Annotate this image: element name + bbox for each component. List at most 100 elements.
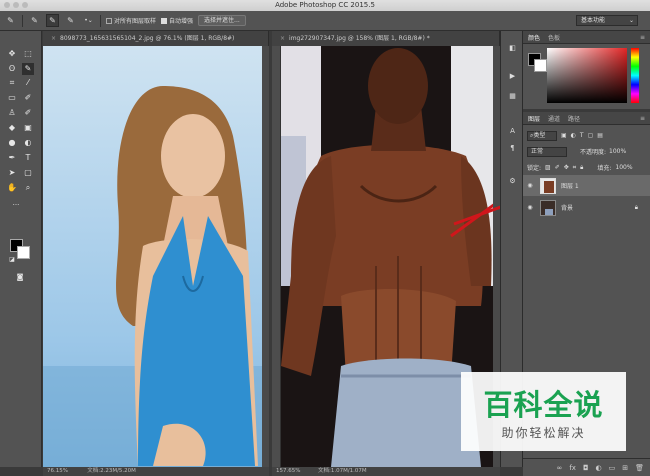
more-tools-icon[interactable]: ··· — [10, 199, 22, 211]
filter-adjustment-icon[interactable]: ◐ — [571, 132, 576, 139]
filter-smart-object-icon[interactable]: ▤ — [597, 132, 603, 139]
lock-artboard-icon[interactable]: ⌗ — [573, 164, 576, 172]
fill-input[interactable]: 100% — [615, 164, 632, 171]
character-panel-icon[interactable]: A — [507, 126, 518, 137]
layer-thumbnail — [540, 177, 556, 194]
checkbox-icon — [106, 17, 112, 24]
checkbox-checked-icon — [161, 17, 168, 24]
eye-icon[interactable]: ◉ — [523, 182, 537, 189]
eraser-tool-icon[interactable]: ◆ — [6, 122, 18, 134]
minimize-window-button[interactable] — [13, 2, 19, 8]
app-title: Adobe Photoshop CC 2015.5 — [275, 1, 375, 9]
close-window-button[interactable] — [4, 2, 10, 8]
vertical-scrollbar-1[interactable] — [262, 46, 269, 467]
tab-color[interactable]: 颜色 — [528, 33, 540, 42]
lock-all-icon[interactable]: 🔒︎ — [580, 164, 583, 172]
pen-tool-icon[interactable]: ✒ — [6, 152, 18, 164]
options-bar: ✎ ✎ ✎ ✎ •⌄ 对所有图层取样 自动增强 选择并遮住... 基本功能 ⌄ — [0, 11, 650, 31]
rectangle-tool-icon[interactable]: ▢ — [22, 167, 34, 179]
layer-row-background[interactable]: ◉ 背景 🔒︎ — [523, 197, 650, 218]
link-layers-icon[interactable]: ∞ — [557, 464, 563, 472]
status-bar-1: 76.15% 文档:2.23M/5.20M — [43, 467, 269, 476]
add-mask-icon[interactable]: ◘ — [583, 464, 589, 472]
tab-swatches[interactable]: 色板 — [548, 33, 560, 42]
lock-transparent-icon[interactable]: ▨ — [545, 164, 551, 171]
status-bar-2: 157.65% 文档:1.07M/1.07M — [272, 467, 500, 476]
healing-brush-tool-icon[interactable]: ▭ — [6, 92, 18, 104]
zoom-window-button[interactable] — [22, 2, 28, 8]
close-tab-icon[interactable]: × — [51, 35, 56, 42]
document-canvas-1[interactable] — [43, 46, 262, 467]
lock-position-icon[interactable]: ✥ — [564, 164, 569, 171]
quick-mask-icon[interactable]: ◙ — [14, 271, 26, 283]
panel-menu-icon[interactable]: ≡ — [640, 34, 645, 41]
lasso-tool-icon[interactable]: ʘ — [6, 63, 18, 75]
brush-size-picker-icon[interactable]: •⌄ — [82, 14, 95, 27]
layer-style-icon[interactable]: fx — [569, 464, 576, 472]
auto-enhance-checkbox[interactable]: 自动增强 — [161, 16, 193, 25]
delete-layer-icon[interactable]: 🗑︎ — [635, 464, 644, 472]
lock-image-icon[interactable]: ✐ — [555, 164, 560, 171]
document-tab-2[interactable]: × img272907347.jpg @ 158% (图层 1, RGB/8#) … — [272, 31, 500, 46]
new-group-icon[interactable]: ▭ — [609, 464, 616, 472]
woman-photo — [43, 46, 262, 467]
layer-row-layer-1[interactable]: ◉ 图层 1 — [523, 175, 650, 196]
type-tool-icon[interactable]: T — [22, 152, 34, 164]
layers-panel-tabs: 图层 通道 路径 ≡ — [523, 112, 650, 125]
tab-paths[interactable]: 路径 — [568, 114, 580, 123]
hand-tool-icon[interactable]: ✋ — [6, 182, 18, 194]
vertical-ruler — [272, 46, 281, 467]
color-panel: 颜色 色板 ≡ — [523, 31, 650, 109]
filter-pixel-icon[interactable]: ▣ — [561, 132, 567, 139]
subtract-from-selection-brush-icon[interactable]: ✎ — [64, 14, 77, 27]
workspace-select[interactable]: 基本功能 ⌄ — [576, 15, 638, 26]
dodge-tool-icon[interactable]: ◐ — [22, 137, 34, 149]
select-and-mask-button[interactable]: 选择并遮住... — [198, 15, 246, 26]
quick-selection-tool-preset-icon[interactable]: ✎ — [4, 14, 17, 27]
crop-tool-icon[interactable]: ⌗ — [6, 77, 18, 89]
color-bg-swatch[interactable] — [534, 59, 547, 72]
watermark-title: 百科全说 — [483, 388, 604, 422]
filter-shape-icon[interactable]: ▢ — [588, 132, 594, 139]
sample-all-layers-checkbox[interactable]: 对所有图层取样 — [106, 16, 156, 25]
color-panel-tabs: 颜色 色板 ≡ — [523, 31, 650, 44]
path-selection-tool-icon[interactable]: ➤ — [6, 167, 18, 179]
adjustment-layer-icon[interactable]: ◐ — [596, 464, 602, 472]
actions-panel-icon[interactable]: ▶ — [507, 71, 518, 82]
opacity-input[interactable]: 100% — [609, 148, 626, 155]
default-colors-icon[interactable]: ◪ — [6, 254, 18, 266]
lock-icon: 🔒︎ — [634, 203, 638, 211]
close-tab-icon[interactable]: × — [280, 35, 285, 42]
panel-menu-icon[interactable]: ≡ — [640, 115, 645, 122]
color-spectrum-field[interactable] — [547, 48, 627, 103]
tab-channels[interactable]: 通道 — [548, 114, 560, 123]
add-to-selection-brush-icon[interactable]: ✎ — [46, 14, 59, 27]
brush-tool-icon[interactable]: ✐ — [22, 92, 34, 104]
properties-panel-icon[interactable]: ⚙ — [507, 176, 518, 187]
blend-mode-select[interactable]: 正常 — [527, 146, 567, 157]
filter-type-icon[interactable]: T — [580, 132, 584, 139]
swatches-panel-icon[interactable]: ▦ — [507, 91, 518, 102]
move-tool-icon[interactable]: ✥ — [6, 48, 18, 60]
watermark-logo: 百科全说 助你轻松解决 — [461, 372, 626, 451]
history-brush-tool-icon[interactable]: ✐ — [22, 107, 34, 119]
clone-stamp-tool-icon[interactable]: ♙ — [6, 107, 18, 119]
document-tab-1[interactable]: × 8098773_165631565104_2.jpg @ 76.1% (图层 … — [43, 31, 269, 46]
quick-selection-tool-icon[interactable]: ✎ — [22, 63, 34, 75]
blur-tool-icon[interactable]: ● — [6, 137, 18, 149]
hue-slider[interactable] — [631, 48, 639, 103]
history-panel-icon[interactable]: ◧ — [507, 43, 518, 54]
layers-bottom-bar: ∞ fx ◘ ◐ ▭ ⊞ 🗑︎ — [523, 458, 650, 476]
paragraph-panel-icon[interactable]: ¶ — [507, 143, 518, 154]
new-layer-icon[interactable]: ⊞ — [622, 464, 628, 472]
gradient-tool-icon[interactable]: ▣ — [22, 122, 34, 134]
background-color-swatch[interactable] — [17, 246, 30, 259]
new-selection-brush-icon[interactable]: ✎ — [28, 14, 41, 27]
eye-icon[interactable]: ◉ — [523, 204, 537, 211]
zoom-tool-icon[interactable]: ⌕ — [22, 182, 34, 194]
layer-thumbnail — [540, 199, 556, 216]
tab-layers[interactable]: 图层 — [528, 114, 540, 123]
eyedropper-tool-icon[interactable]: ⁄ — [22, 77, 34, 89]
layer-filter-select[interactable]: ⌕类型 — [527, 130, 557, 141]
marquee-tool-icon[interactable]: ⬚ — [22, 48, 34, 60]
